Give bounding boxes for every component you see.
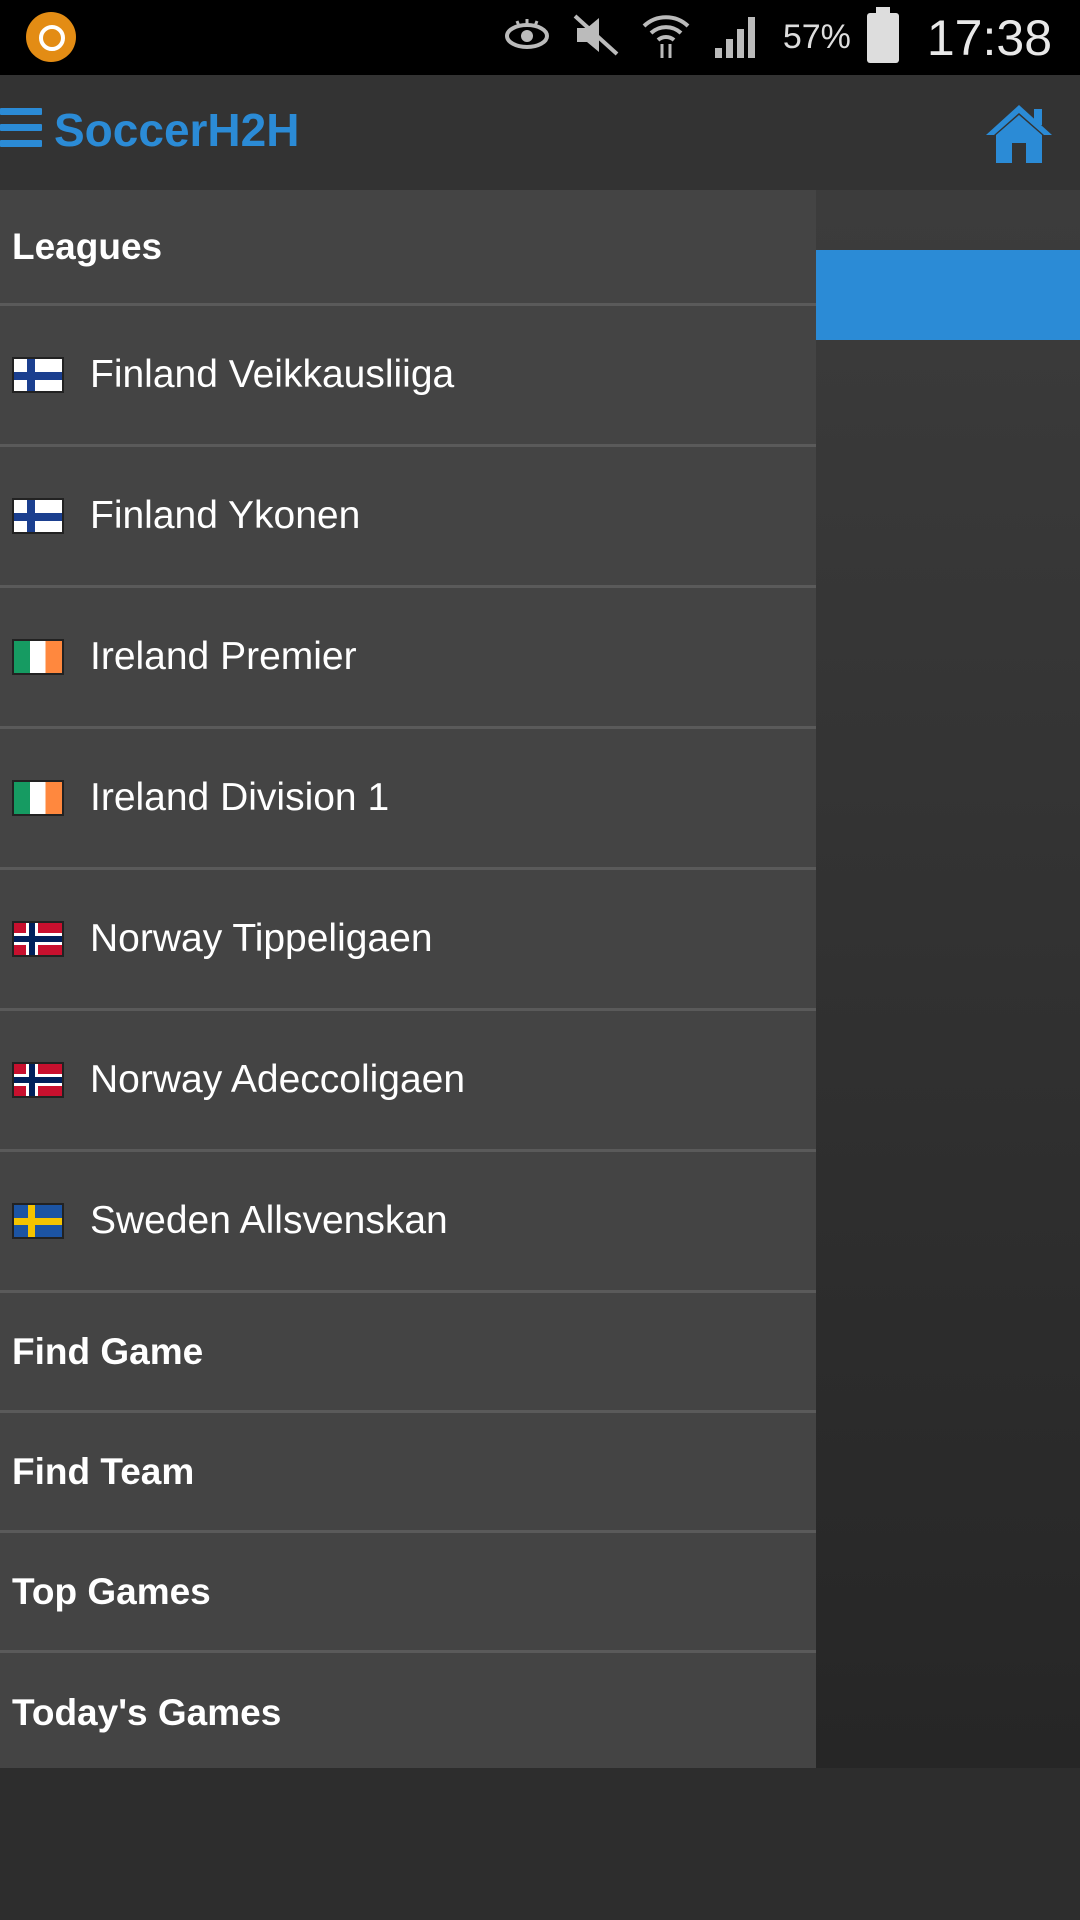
- nav-item-todays-games[interactable]: Today's Games: [0, 1653, 816, 1773]
- nav-item-find-team[interactable]: Find Team: [0, 1413, 816, 1533]
- nav-item-top-games[interactable]: Top Games: [0, 1533, 816, 1653]
- clock: 17:38: [926, 9, 1052, 66]
- ireland-flag-icon: [12, 639, 64, 675]
- eye-icon: [503, 18, 551, 57]
- league-label: Sweden Allsvenskan: [90, 1199, 448, 1242]
- main-content-background: [816, 190, 1080, 1768]
- league-item[interactable]: Norway Tippeligaen: [0, 870, 816, 1011]
- league-item[interactable]: Ireland Premier: [0, 588, 816, 729]
- tab-indicator-bar[interactable]: [816, 250, 1080, 340]
- league-item[interactable]: Finland Veikkausliiga: [0, 306, 816, 447]
- league-label: Finland Ykonen: [90, 494, 361, 537]
- norway-flag-icon: [12, 921, 64, 957]
- finland-flag-icon: [12, 498, 64, 534]
- nav-item-find-game[interactable]: Find Game: [0, 1293, 816, 1413]
- sweden-flag-icon: [12, 1203, 64, 1239]
- league-item[interactable]: Norway Adeccoligaen: [0, 1011, 816, 1152]
- mute-icon: [573, 14, 619, 61]
- league-item[interactable]: Sweden Allsvenskan: [0, 1152, 816, 1293]
- finland-flag-icon: [12, 357, 64, 393]
- league-label: Ireland Premier: [90, 635, 357, 678]
- section-header-leagues: Leagues: [0, 190, 816, 306]
- navigation-drawer: Leagues Finland Veikkausliiga Finland Yk…: [0, 190, 816, 1768]
- league-label: Norway Adeccoligaen: [90, 1058, 466, 1101]
- league-label: Norway Tippeligaen: [90, 917, 433, 960]
- home-icon[interactable]: [984, 103, 1054, 165]
- status-bar: 57% 17:38: [0, 0, 1080, 75]
- app-notification-icon: [26, 12, 76, 62]
- battery-icon: [866, 6, 899, 63]
- app-title[interactable]: SoccerH2H: [54, 103, 299, 157]
- battery-percent: 57%: [782, 18, 851, 56]
- signal-icon: [713, 12, 761, 63]
- league-item[interactable]: Finland Ykonen: [0, 447, 816, 588]
- wifi-icon: [641, 10, 691, 65]
- league-label: Finland Veikkausliiga: [90, 353, 455, 396]
- ireland-flag-icon: [12, 780, 64, 816]
- hamburger-menu-icon[interactable]: [0, 108, 42, 148]
- league-item[interactable]: Ireland Division 1: [0, 729, 816, 870]
- action-bar: SoccerH2H: [0, 75, 1080, 190]
- norway-flag-icon: [12, 1062, 64, 1098]
- league-label: Ireland Division 1: [90, 776, 390, 819]
